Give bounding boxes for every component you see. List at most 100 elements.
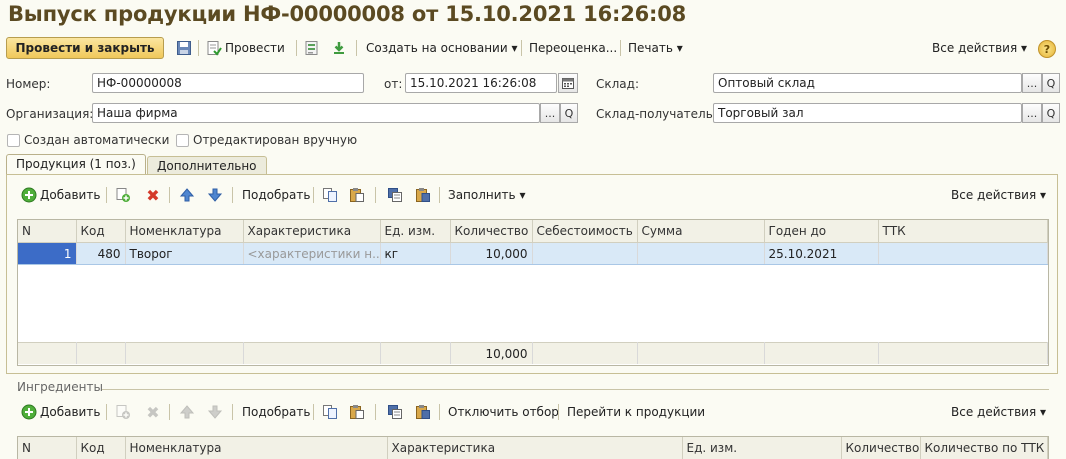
col-cost[interactable]: Себестоимость (532, 220, 638, 243)
copy-row-icon[interactable] (115, 187, 131, 203)
table-row[interactable]: 1 480 Творог <характеристики н... кг 10,… (18, 242, 1048, 265)
col-quantity[interactable]: Количество (841, 437, 921, 459)
toolbar-separator (439, 187, 440, 203)
col-quantity[interactable]: Количество (450, 220, 533, 243)
receiving-warehouse-search-icon[interactable]: Q (1042, 103, 1060, 123)
all-actions-menu[interactable]: Все действия ▾ (932, 41, 1027, 55)
copy-list-icon[interactable] (387, 187, 403, 203)
edited-manually-label: Отредактирован вручную (193, 133, 358, 147)
organization-search-icon[interactable]: Q (560, 103, 578, 123)
auto-created-checkbox[interactable] (7, 134, 20, 147)
row-code[interactable]: 480 (76, 242, 126, 265)
products-add-button[interactable]: Добавить (40, 188, 100, 202)
toolbar-separator (439, 404, 440, 420)
organization-select-button[interactable]: ... (540, 103, 560, 123)
toolbar-separator (169, 404, 170, 420)
col-characteristic[interactable]: Характеристика (387, 437, 683, 459)
ingredients-all-actions-menu[interactable]: Все действия ▾ (951, 405, 1046, 419)
toolbar-separator (169, 187, 170, 203)
products-all-actions-menu[interactable]: Все действия ▾ (951, 188, 1046, 202)
col-sum[interactable]: Сумма (637, 220, 765, 243)
toolbar-separator (106, 404, 107, 420)
col-code[interactable]: Код (76, 437, 126, 459)
number-field[interactable]: НФ-00000008 (92, 73, 364, 93)
products-footer-row: 10,000 (18, 342, 1048, 364)
warehouse-field[interactable]: Оптовый склад (713, 73, 1022, 93)
delete-icon[interactable]: ✖ (145, 403, 161, 422)
download-icon[interactable] (331, 40, 347, 56)
move-up-icon[interactable] (179, 187, 195, 203)
col-unit[interactable]: Ед. изм. (682, 437, 842, 459)
organization-label: Организация: (6, 107, 94, 121)
disable-filter-button[interactable]: Отключить отбор (448, 405, 559, 419)
toolbar-separator (313, 404, 314, 420)
help-icon[interactable]: ? (1038, 40, 1056, 58)
row-characteristic[interactable]: <характеристики н... (243, 242, 381, 265)
post-button[interactable]: Провести (225, 41, 285, 55)
date-field[interactable]: 15.10.2021 16:26:08 (405, 73, 557, 93)
row-cost[interactable] (532, 242, 638, 265)
ingredients-table: N Код Номенклатура Характеристика Ед. из… (17, 436, 1049, 459)
row-expiry[interactable]: 25.10.2021 (764, 242, 879, 265)
document-movements-icon[interactable] (304, 40, 320, 56)
move-down-icon[interactable] (207, 404, 223, 420)
post-document-icon (206, 40, 222, 56)
post-and-close-button[interactable]: Провести и закрыть (6, 37, 164, 59)
col-n[interactable]: N (18, 220, 77, 243)
edited-manually-checkbox[interactable] (176, 134, 189, 147)
save-icon[interactable] (176, 40, 192, 56)
toolbar-separator (232, 187, 233, 203)
tab-products[interactable]: Продукция (1 поз.) (6, 154, 146, 175)
ingredients-divider (102, 389, 1049, 390)
row-ttk[interactable] (878, 242, 1048, 265)
ingredients-pick-button[interactable]: Подобрать (242, 405, 310, 419)
paste-list-icon[interactable] (415, 187, 431, 203)
row-unit[interactable]: кг (380, 242, 451, 265)
toolbar-separator (232, 404, 233, 420)
copy-row-icon[interactable] (115, 404, 131, 420)
create-based-on-menu[interactable]: Создать на основании ▾ (366, 41, 517, 55)
col-unit[interactable]: Ед. изм. (380, 220, 451, 243)
toolbar-separator (296, 40, 297, 56)
ingredients-add-button[interactable]: Добавить (40, 405, 100, 419)
go-to-products-button[interactable]: Перейти к продукции (567, 405, 705, 419)
row-number[interactable]: 1 (18, 242, 77, 265)
warehouse-select-button[interactable]: ... (1022, 73, 1042, 93)
products-fill-menu[interactable]: Заполнить ▾ (448, 188, 525, 202)
col-ttk[interactable]: ТТК (878, 220, 1048, 243)
total-quantity: 10,000 (450, 342, 533, 364)
col-n[interactable]: N (18, 437, 77, 459)
move-up-icon[interactable] (179, 404, 195, 420)
col-code[interactable]: Код (76, 220, 126, 243)
col-quantity-ttk[interactable]: Количество по ТТК (920, 437, 1048, 459)
date-label: от: (384, 77, 403, 91)
col-item[interactable]: Номенклатура (125, 437, 388, 459)
row-quantity[interactable]: 10,000 (450, 242, 533, 265)
receiving-warehouse-field[interactable]: Торговый зал (713, 103, 1022, 123)
products-table: N Код Номенклатура Характеристика Ед. из… (17, 219, 1049, 366)
paste-icon[interactable] (349, 187, 365, 203)
receiving-warehouse-label: Склад-получатель: (596, 107, 717, 121)
print-menu[interactable]: Печать ▾ (628, 41, 683, 55)
organization-field[interactable]: Наша фирма (92, 103, 540, 123)
copy-icon[interactable] (322, 404, 338, 420)
toolbar-separator (198, 40, 199, 56)
paste-list-icon[interactable] (415, 404, 431, 420)
paste-icon[interactable] (349, 404, 365, 420)
warehouse-search-icon[interactable]: Q (1042, 73, 1060, 93)
products-pick-button[interactable]: Подобрать (242, 188, 310, 202)
col-expiry[interactable]: Годен до (764, 220, 879, 243)
col-characteristic[interactable]: Характеристика (243, 220, 381, 243)
calendar-icon[interactable] (558, 73, 578, 93)
row-item[interactable]: Творог (125, 242, 244, 265)
copy-icon[interactable] (322, 187, 338, 203)
revalue-button[interactable]: Переоценка... (529, 41, 617, 55)
receiving-warehouse-select-button[interactable]: ... (1022, 103, 1042, 123)
delete-icon[interactable]: ✖ (145, 186, 161, 205)
move-down-icon[interactable] (207, 187, 223, 203)
col-item[interactable]: Номенклатура (125, 220, 244, 243)
tab-additional[interactable]: Дополнительно (147, 156, 267, 175)
row-sum[interactable] (637, 242, 765, 265)
copy-list-icon[interactable] (387, 404, 403, 420)
toolbar-separator (313, 187, 314, 203)
